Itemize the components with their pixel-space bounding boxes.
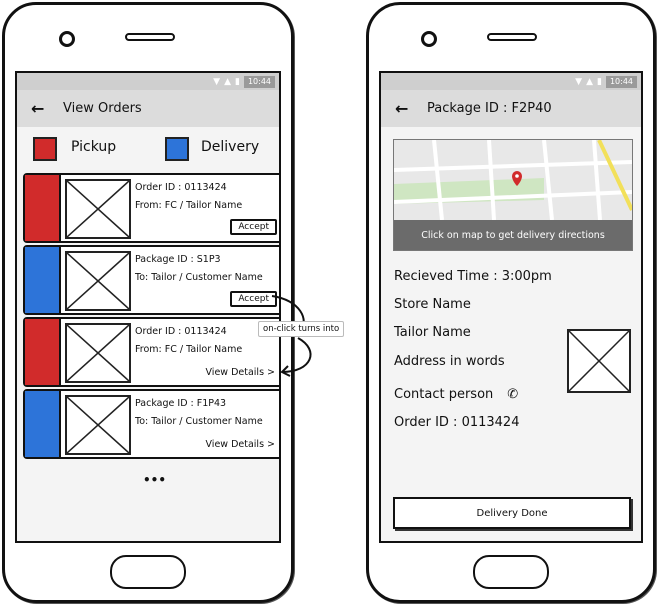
contact-person: Contact person ✆ [394,387,518,402]
battery-icon: ▮ [234,76,240,87]
view-details-link[interactable]: View Details > [206,439,275,450]
page-title: View Orders [63,101,142,116]
legend-delivery-label: Delivery [201,139,260,155]
app-bar: ← View Orders [17,90,279,127]
order-card[interactable]: Package ID : S1P3 To: Tailor / Customer … [23,245,279,315]
home-button [473,555,549,589]
image-placeholder-icon [65,395,131,455]
more-icon[interactable]: ••• [143,473,166,487]
phone-frame-package: ▼ ▲ ▮ 10:44 ← Package ID : F2P40 Click o… [366,2,656,603]
battery-icon: ▮ [596,76,602,87]
legend: Pickup Delivery [17,127,279,173]
status-bar: ▼ ▲ ▮ 10:44 [381,73,641,90]
received-time: Recieved Time : 3:00pm [394,269,552,284]
package-to: To: Tailor / Customer Name [135,416,263,427]
image-placeholder-icon [65,323,131,383]
page-title: Package ID : F2P40 [427,101,552,116]
delivery-map[interactable]: Click on map to get delivery directions [393,139,633,251]
image-placeholder-icon [65,251,131,311]
wifi-icon: ▼ [213,76,221,87]
image-placeholder-icon [65,179,131,239]
delivery-swatch [165,137,189,161]
arrow-left-icon[interactable]: ← [395,99,413,118]
speaker-grille [125,33,175,41]
orders-screen: ▼ ▲ ▮ 10:44 ← View Orders Pickup Deliver… [15,71,281,543]
annotation-note: on-click turns into [258,321,345,337]
front-camera-icon [421,31,437,47]
delivery-strip [25,247,61,313]
image-placeholder-icon [567,329,631,393]
app-bar: ← Package ID : F2P40 [381,90,641,127]
order-from: From: FC / Tailor Name [135,344,243,355]
package-id: Package ID : S1P3 [135,254,221,265]
delivery-done-button[interactable]: Delivery Done [393,497,631,529]
phone-frame-orders: ▼ ▲ ▮ 10:44 ← View Orders Pickup Deliver… [2,2,294,603]
pickup-swatch [33,137,57,161]
accept-button[interactable]: Accept [230,291,277,307]
home-button [110,555,186,589]
package-to: To: Tailor / Customer Name [135,272,263,283]
map-caption[interactable]: Click on map to get delivery directions [394,220,632,250]
order-id: Order ID : 0113424 [135,326,227,337]
order-card[interactable]: Order ID : 0113424 From: FC / Tailor Nam… [23,173,279,243]
phone-icon[interactable]: ✆ [507,387,518,402]
signal-icon: ▲ [586,76,593,87]
order-from: From: FC / Tailor Name [135,200,243,211]
arrow-left-icon[interactable]: ← [31,99,49,118]
delivery-strip [25,391,61,457]
wifi-icon: ▼ [575,76,583,87]
pickup-strip [25,319,61,385]
order-id: Order ID : 0113424 [135,182,227,193]
address: Address in words [394,354,505,369]
front-camera-icon [59,31,75,47]
accept-button[interactable]: Accept [230,219,277,235]
view-details-link[interactable]: View Details > [206,367,275,378]
order-id: Order ID : 0113424 [394,415,520,430]
store-name: Store Name [394,297,471,312]
order-card[interactable]: Order ID : 0113424 From: FC / Tailor Nam… [23,317,279,387]
package-id: Package ID : F1P43 [135,398,227,409]
package-screen: ▼ ▲ ▮ 10:44 ← Package ID : F2P40 Click o… [379,71,643,543]
tailor-name: Tailor Name [394,325,471,340]
status-bar: ▼ ▲ ▮ 10:44 [17,73,279,90]
signal-icon: ▲ [224,76,231,87]
order-card[interactable]: Package ID : F1P43 To: Tailor / Customer… [23,389,279,459]
speaker-grille [487,33,537,41]
pickup-strip [25,175,61,241]
status-time: 10:44 [243,75,275,88]
status-time: 10:44 [605,75,637,88]
legend-pickup-label: Pickup [71,139,117,155]
contact-person-label: Contact person [394,387,494,402]
